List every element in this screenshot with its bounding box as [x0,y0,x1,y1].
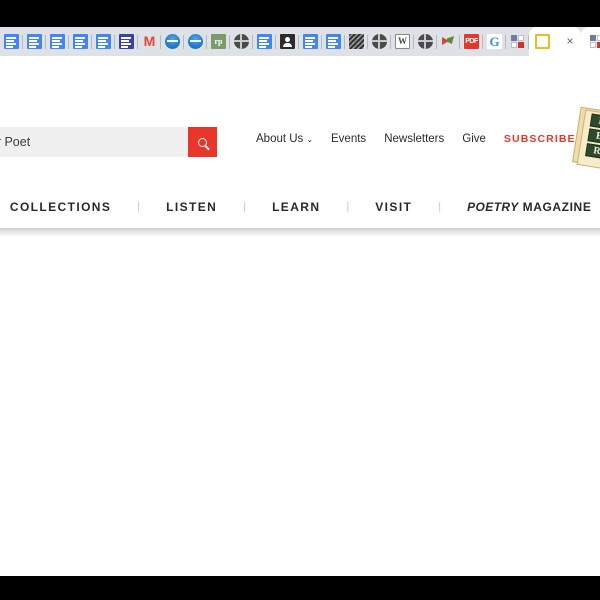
main-nav-inner: PROSE | COLLECTIONS | LISTEN | LEARN | V… [0,200,600,214]
person-icon [280,34,295,49]
squares-icon [589,34,600,49]
window-icon [535,34,550,49]
nav-about-us-label: About Us [256,133,304,145]
bird-icon [441,34,456,49]
browser-tab[interactable] [276,27,299,56]
search-icon [198,137,207,147]
magazine-italic: POETRY [467,200,519,214]
globe-icon [372,34,387,49]
document-icon [50,34,65,49]
search-button[interactable] [188,127,217,157]
blue-circle-icon [165,34,180,49]
top-black-bar [0,0,600,27]
document-icon [257,34,272,49]
magazine-rest: MAGAZINE [518,200,592,214]
search-input[interactable]: Search by Poem or Poet [0,127,188,157]
site-header: Search by Poem or Poet About Us⌄ Events … [0,90,600,186]
browser-tab[interactable] [581,27,600,56]
search-placeholder: Search by Poem or Poet [0,135,31,149]
browser-tab-strip: M rp W PDF G × + [0,27,600,56]
document-icon [73,34,88,49]
nav-newsletters[interactable]: Newsletters [384,133,444,145]
nav-about-us[interactable]: About Us ⌄ [256,133,313,145]
browser-tab[interactable] [506,27,529,56]
browser-tab[interactable] [46,27,69,56]
browser-tab[interactable] [23,27,46,56]
browser-tab[interactable] [115,27,138,56]
nav-give[interactable]: Give [462,133,486,145]
document-icon [303,34,318,49]
globe-icon [234,34,249,49]
rp-icon: rp [211,34,226,49]
mosaic-icon [349,34,364,49]
browser-tab-active[interactable]: × [529,27,581,56]
browser-tab[interactable] [437,27,460,56]
web-page-viewport: Search by Poem or Poet About Us⌄ Events … [0,90,600,576]
main-nav-item-listen[interactable]: LISTEN [140,200,243,214]
browser-tab[interactable] [345,27,368,56]
document-dark-icon [119,34,134,49]
nav-subscribe[interactable]: SUBSCRIBE [504,133,576,145]
browser-tab[interactable] [253,27,276,56]
document-icon [96,34,111,49]
browser-tab[interactable] [184,27,207,56]
bottom-black-bar [0,576,600,600]
screenshot-root: M rp W PDF G × + des-56d22338dc954 ☆ [0,0,600,600]
gmail-icon: M [143,33,156,49]
document-icon [4,34,19,49]
chevron-down-icon: ⌄ [306,135,314,144]
omnibox-row: des-56d22338dc954 ☆ [0,56,600,141]
browser-tab[interactable] [92,27,115,56]
google-icon: G [487,34,502,49]
browser-tab[interactable] [299,27,322,56]
main-nav-item-collections[interactable]: COLLECTIONS [0,200,137,214]
browser-tab[interactable] [0,27,23,56]
w-icon: W [395,34,410,49]
browser-tab[interactable]: M [138,27,161,56]
browser-tab[interactable] [414,27,437,56]
browser-tab[interactable]: G [483,27,506,56]
globe-icon [418,34,433,49]
main-nav-item-poetry-magazine[interactable]: POETRY MAGAZINE [441,200,600,214]
browser-tab[interactable] [368,27,391,56]
browser-tab[interactable] [322,27,345,56]
document-icon [326,34,341,49]
document-icon [27,34,42,49]
browser-tab[interactable] [69,27,92,56]
pdf-icon: PDF [464,34,479,49]
browser-tab[interactable]: rp [207,27,230,56]
browser-tab[interactable]: W [391,27,414,56]
squares-icon [510,34,525,49]
browser-tab[interactable] [230,27,253,56]
blue-circle-icon [188,34,203,49]
browser-tab[interactable]: PDF [460,27,483,56]
nav-events[interactable]: Events [331,133,366,145]
utility-nav: About Us ⌄ Events Newsletters Give SUBSCR… [256,133,576,145]
nav-shadow-divider [0,228,600,237]
magazine-cover-thumbnail[interactable]: P E R [571,106,600,170]
main-nav: PROSE | COLLECTIONS | LISTEN | LEARN | V… [0,186,600,228]
main-nav-item-learn[interactable]: LEARN [246,200,346,214]
browser-tab[interactable] [161,27,184,56]
main-nav-item-visit[interactable]: VISIT [349,200,438,214]
tab-close-icon[interactable]: × [563,34,577,48]
